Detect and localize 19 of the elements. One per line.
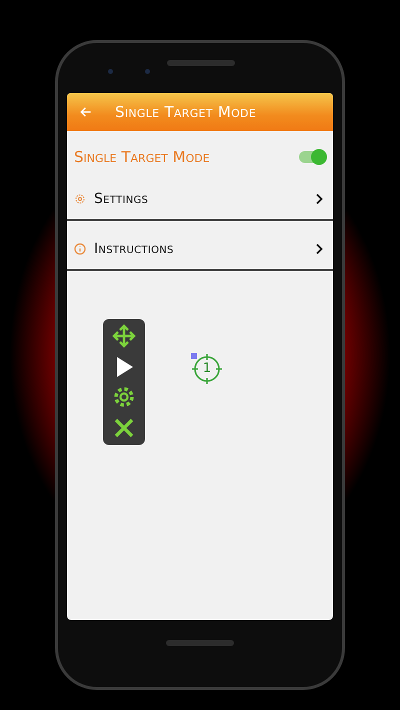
menu-item[interactable]: Settings [67, 179, 333, 221]
speaker-grille [166, 640, 234, 646]
camera-dot [108, 69, 113, 74]
menu-item-label: Instructions [94, 241, 175, 257]
mode-label: Single Target Mode [74, 148, 210, 166]
speaker-grille [167, 60, 235, 66]
mode-toggle[interactable] [299, 151, 325, 163]
back-arrow-icon[interactable] [79, 105, 93, 119]
header-title: Single Target Mode [115, 103, 256, 121]
camera-dot [145, 69, 150, 74]
target-number: 1 [202, 361, 212, 377]
info-icon [74, 243, 86, 255]
settings-icon[interactable] [112, 385, 136, 410]
target-marker[interactable]: 1 [191, 353, 223, 385]
menu-item-label: Settings [94, 191, 150, 207]
corner-marker [191, 353, 197, 359]
gear-icon [74, 193, 86, 205]
move-icon[interactable] [112, 324, 136, 348]
menu-item[interactable]: Instructions [67, 229, 333, 271]
